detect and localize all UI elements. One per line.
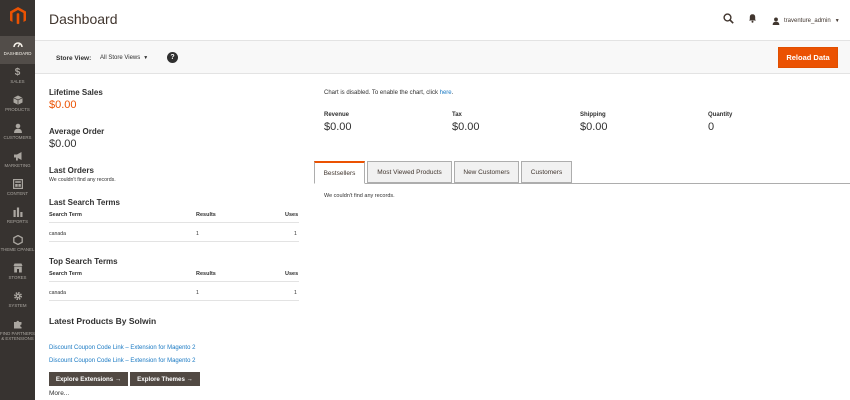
chart-message-suffix: . bbox=[451, 90, 454, 96]
tax-label: Tax bbox=[452, 112, 462, 118]
sidebar-item-label: SYSTEM bbox=[8, 303, 27, 308]
product-link[interactable]: Discount Coupon Code Link – Extension fo… bbox=[49, 345, 195, 351]
search-term-cell: canada bbox=[49, 290, 67, 296]
tab-new-customers[interactable]: New Customers bbox=[454, 161, 519, 183]
sidebar-item-dashboard[interactable]: DASHBOARD bbox=[0, 36, 35, 64]
sidebar-item-label: MARKETING bbox=[4, 163, 31, 168]
user-icon bbox=[772, 12, 780, 30]
last-search-terms-title: Last Search Terms bbox=[49, 198, 120, 207]
tab-empty-message: We couldn't find any records. bbox=[324, 193, 395, 199]
explore-extensions-button[interactable]: Explore Extensions → bbox=[49, 372, 128, 386]
chevron-down-icon: ▼ bbox=[834, 18, 840, 24]
sidebar-item-label: REPORTS bbox=[6, 219, 29, 224]
help-icon[interactable]: ? bbox=[167, 52, 178, 63]
quantity-value: 0 bbox=[708, 121, 715, 133]
sidebar-item-content[interactable]: CONTENT bbox=[0, 176, 35, 204]
dollar-icon: $ bbox=[14, 66, 21, 78]
user-menu[interactable]: traventure_admin ▼ bbox=[772, 12, 840, 30]
uses-cell: 1 bbox=[294, 290, 297, 296]
person-icon bbox=[13, 123, 23, 133]
megaphone-icon bbox=[13, 151, 23, 161]
chevron-down-icon: ▼ bbox=[143, 55, 149, 61]
dashboard-icon bbox=[12, 39, 23, 49]
store-switcher-toolbar: Store View: All Store Views ▼ ? Reload D… bbox=[35, 40, 850, 74]
search-icon[interactable] bbox=[722, 12, 734, 24]
table-divider bbox=[49, 281, 299, 282]
sidebar-item-label: CUSTOMERS bbox=[3, 135, 32, 140]
column-header-uses: Uses bbox=[285, 271, 299, 277]
sidebar-item-label: THEME CPANEL bbox=[0, 247, 35, 252]
shipping-value: $0.00 bbox=[580, 121, 608, 133]
sidebar-item-marketing[interactable]: MARKETING bbox=[0, 148, 35, 176]
more-link[interactable]: More... bbox=[49, 390, 69, 397]
top-search-terms-title: Top Search Terms bbox=[49, 257, 118, 266]
sidebar-item-label: DASHBOARD bbox=[3, 51, 32, 56]
sidebar-item-customers[interactable]: CUSTOMERS bbox=[0, 120, 35, 148]
sidebar-item-sales[interactable]: $ SALES bbox=[0, 64, 35, 92]
sidebar-item-system[interactable]: SYSTEM bbox=[0, 288, 35, 316]
enable-chart-link[interactable]: here bbox=[440, 90, 452, 96]
sidebar-item-theme-cpanel[interactable]: THEME CPANEL bbox=[0, 232, 35, 260]
average-order-label: Average Order bbox=[49, 127, 105, 136]
gear-icon bbox=[13, 291, 23, 301]
layout-icon bbox=[12, 179, 23, 189]
tab-most-viewed-products[interactable]: Most Viewed Products bbox=[367, 161, 452, 183]
tabs-divider bbox=[314, 183, 850, 184]
column-header-uses: Uses bbox=[285, 212, 299, 218]
magento-logo[interactable] bbox=[0, 0, 35, 32]
tab-customers[interactable]: Customers bbox=[521, 161, 572, 183]
sidebar-item-find-partners[interactable]: FIND PARTNERS & EXTENSIONS bbox=[0, 316, 35, 350]
sidebar-item-label: SALES bbox=[10, 79, 25, 84]
shipping-label: Shipping bbox=[580, 112, 606, 118]
sidebar-item-label: STORES bbox=[8, 275, 27, 280]
explore-themes-button[interactable]: Explore Themes → bbox=[130, 372, 200, 386]
sidebar-item-label: PRODUCTS bbox=[5, 107, 30, 112]
results-cell: 1 bbox=[196, 231, 199, 237]
revenue-label: Revenue bbox=[324, 112, 350, 118]
store-icon bbox=[13, 263, 23, 273]
table-divider bbox=[49, 222, 299, 223]
sidebar-item-label: & EXTENSIONS bbox=[1, 336, 34, 341]
store-view-dropdown[interactable]: All Store Views ▼ bbox=[100, 55, 148, 61]
table-divider bbox=[49, 300, 299, 301]
reload-data-button[interactable]: Reload Data bbox=[778, 47, 838, 68]
sidebar-item-label: CONTENT bbox=[6, 191, 29, 196]
user-name: traventure_admin bbox=[784, 18, 831, 24]
store-view-label: Store View: bbox=[56, 55, 92, 62]
revenue-value: $0.00 bbox=[324, 121, 352, 133]
store-view-value: All Store Views bbox=[100, 55, 141, 61]
latest-products-title: Latest Products By Solwin bbox=[49, 316, 157, 326]
lifetime-sales-label: Lifetime Sales bbox=[49, 88, 103, 97]
chart-disabled-message: Chart is disabled. To enable the chart, … bbox=[324, 90, 453, 96]
average-order-value: $0.00 bbox=[49, 138, 77, 150]
quantity-label: Quantity bbox=[708, 112, 733, 118]
column-header-results: Results bbox=[196, 212, 216, 218]
search-term-cell: canada bbox=[49, 231, 67, 237]
admin-sidebar: DASHBOARD $ SALES PRODUCTS CUSTOMERS MAR… bbox=[0, 0, 35, 400]
chart-message-text: Chart is disabled. To enable the chart, … bbox=[324, 90, 440, 96]
cube-icon bbox=[12, 95, 23, 105]
puzzle-icon bbox=[13, 319, 23, 329]
column-header-search-term: Search Term bbox=[49, 212, 82, 218]
sidebar-item-reports[interactable]: REPORTS bbox=[0, 204, 35, 232]
last-orders-title: Last Orders bbox=[49, 166, 94, 175]
page-title: Dashboard bbox=[49, 11, 118, 27]
uses-cell: 1 bbox=[294, 231, 297, 237]
tax-value: $0.00 bbox=[452, 121, 480, 133]
bar-chart-icon bbox=[13, 207, 23, 217]
lifetime-sales-value: $0.00 bbox=[49, 99, 77, 111]
product-link[interactable]: Discount Coupon Code Link – Extension fo… bbox=[49, 358, 195, 364]
hexagon-icon bbox=[12, 235, 23, 245]
column-header-search-term: Search Term bbox=[49, 271, 82, 277]
last-orders-empty: We couldn't find any records. bbox=[49, 177, 116, 183]
bell-icon[interactable] bbox=[746, 12, 758, 24]
tab-bestsellers[interactable]: Bestsellers bbox=[314, 161, 365, 184]
results-cell: 1 bbox=[196, 290, 199, 296]
table-divider bbox=[49, 241, 299, 242]
sidebar-item-products[interactable]: PRODUCTS bbox=[0, 92, 35, 120]
sidebar-item-stores[interactable]: STORES bbox=[0, 260, 35, 288]
column-header-results: Results bbox=[196, 271, 216, 277]
